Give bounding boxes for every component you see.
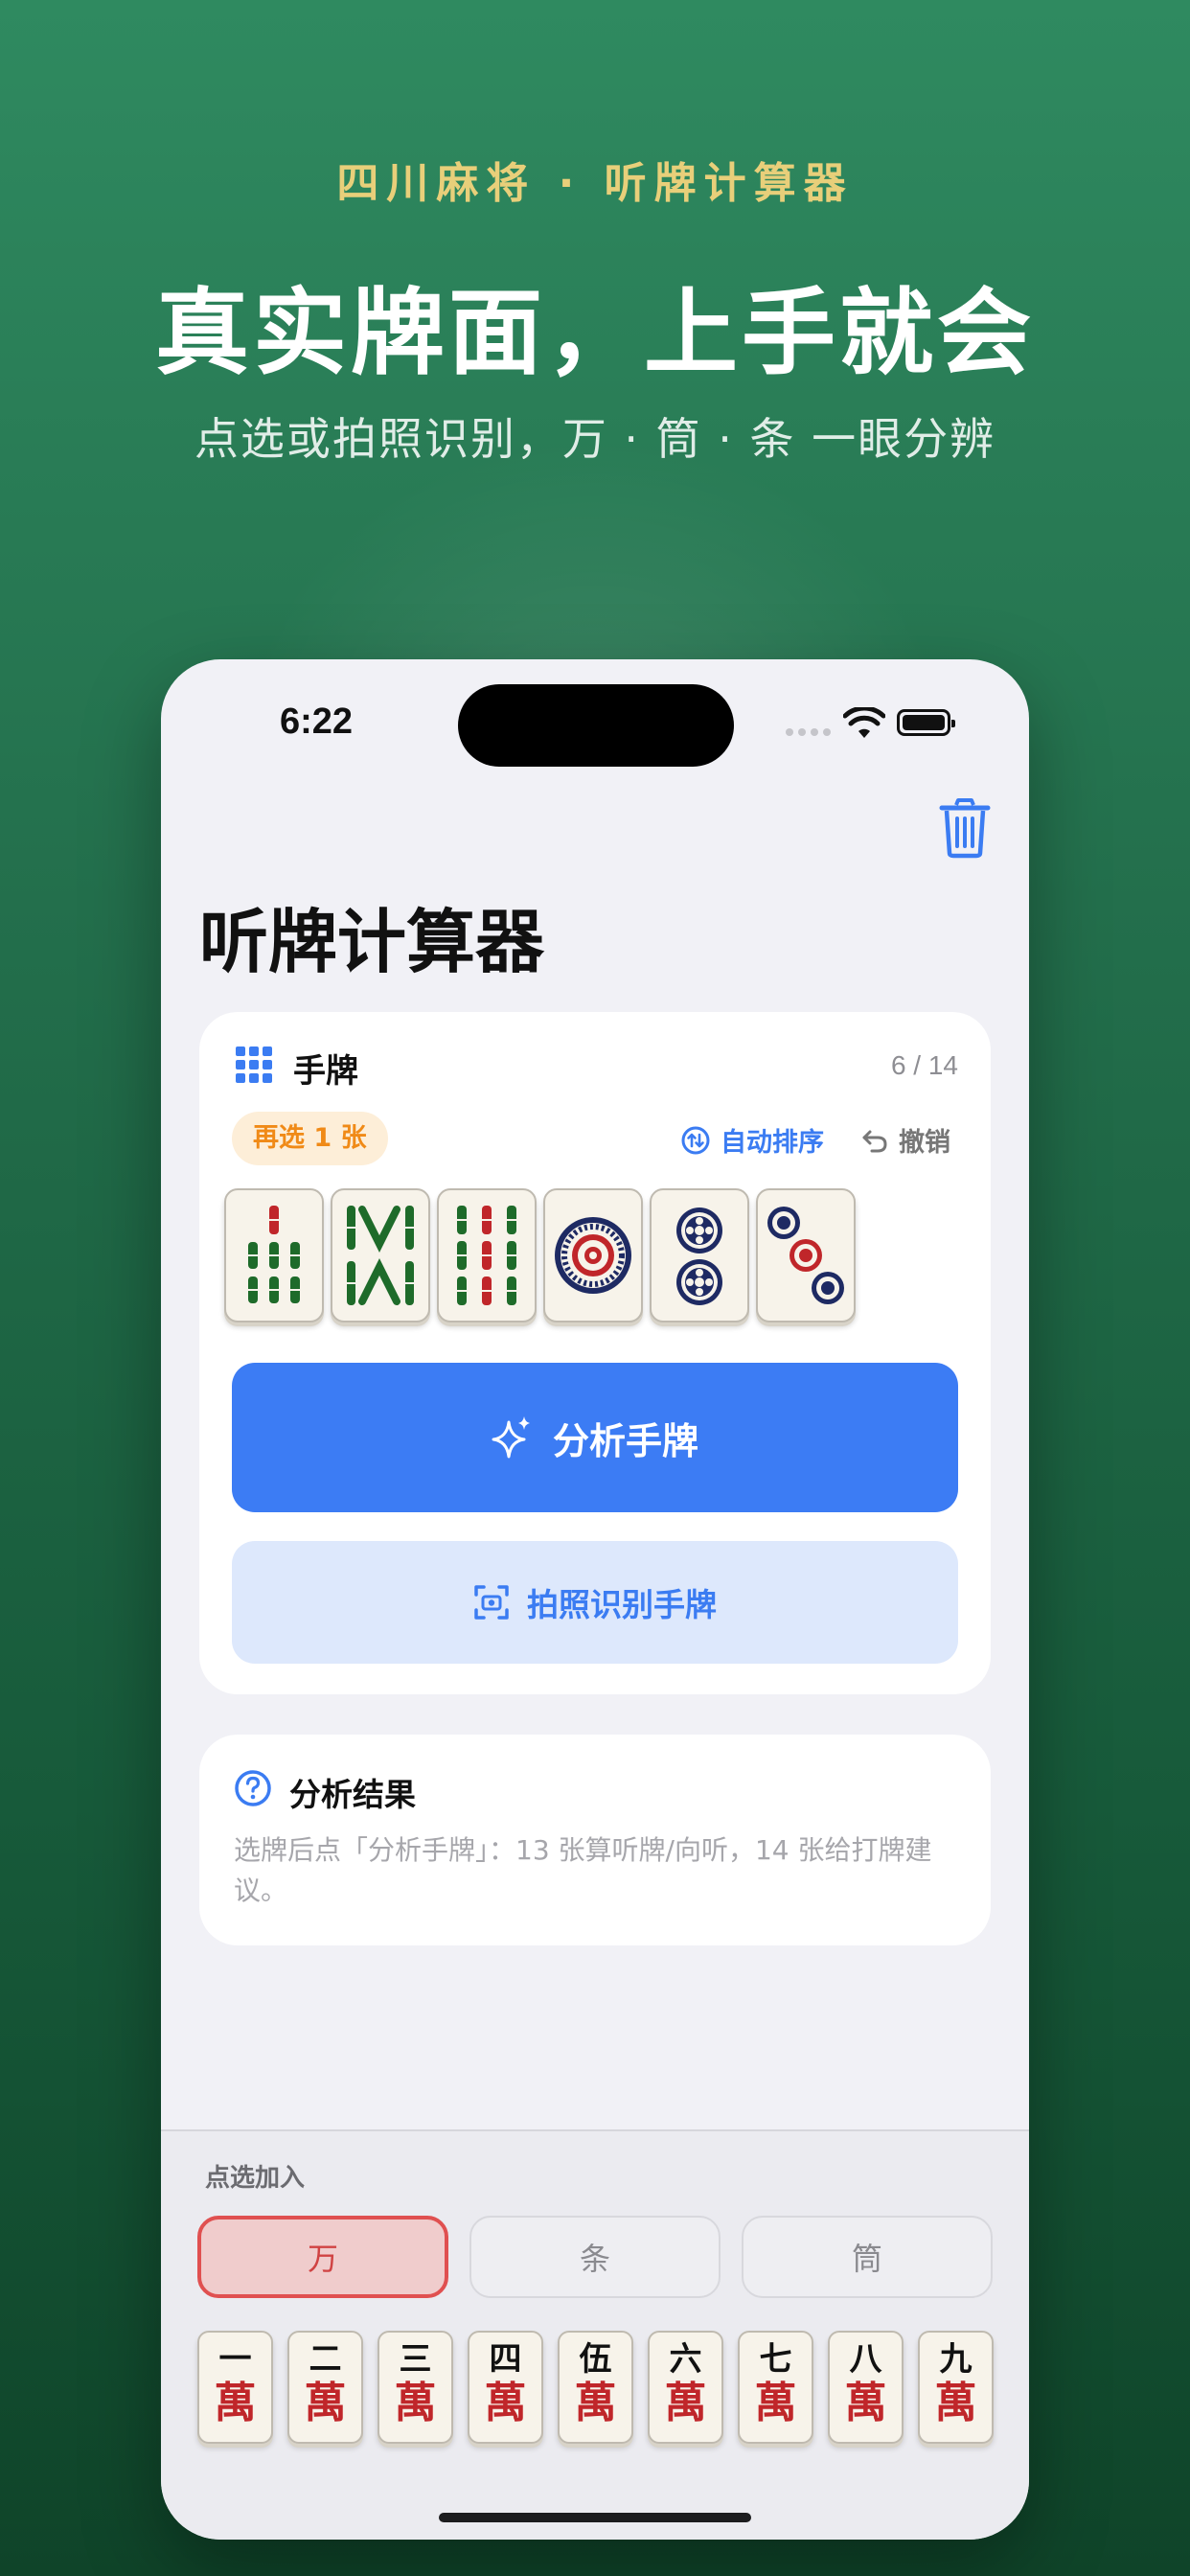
circle-2-face [676, 1208, 722, 1305]
tile-numeral: 六 [669, 2340, 702, 2379]
tile-wan-char: 萬 [304, 2379, 347, 2427]
bamboo-5-face [248, 1206, 300, 1303]
tile-wan-char: 萬 [754, 2379, 797, 2427]
hand-tile-circle-2[interactable] [650, 1188, 749, 1322]
analyze-hand-label: 分析手牌 [552, 1419, 698, 1462]
page-title: 听牌计算器 [199, 902, 545, 982]
trash-icon[interactable] [939, 797, 991, 859]
promo-headline: 真实牌面，上手就会 [154, 279, 1035, 388]
battery-icon [897, 709, 955, 736]
picker-tile-wan-9[interactable]: 九萬 [918, 2331, 994, 2444]
auto-sort-label: 自动排序 [721, 1128, 824, 1158]
hand-tile-circle-3[interactable] [756, 1188, 856, 1322]
hand-label: 手牌 [293, 1052, 358, 1091]
tile-wan-char: 萬 [394, 2379, 437, 2427]
promo-subline: 点选或拍照识别，万 · 筒 · 条 一眼分辨 [194, 413, 996, 465]
picker-tile-wan-1[interactable]: 一萬 [197, 2331, 273, 2444]
hand-card: 手牌 6 / 14 再选 1 张 自动排序 撤销 分析手牌 拍照识别手牌 [199, 1012, 991, 1694]
tile-numeral: 七 [759, 2340, 792, 2379]
tile-numeral: 九 [939, 2340, 973, 2379]
tile-numeral: 伍 [579, 2340, 612, 2379]
tile-numeral: 二 [309, 2340, 342, 2379]
tile-picker-panel: 点选加入 万 条 筒 一萬 二萬 三萬 四萬 伍萬 六萬 七萬 八萬 九萬 [161, 2129, 1029, 2540]
analyze-hand-button[interactable]: 分析手牌 [232, 1363, 958, 1512]
status-time: 6:22 [280, 702, 354, 742]
wifi-icon [843, 707, 885, 738]
hand-tile-circle-1[interactable] [543, 1188, 643, 1322]
photo-recognize-label: 拍照识别手牌 [527, 1586, 717, 1623]
tile-wan-char: 萬 [664, 2379, 707, 2427]
need-more-badge: 再选 1 张 [232, 1112, 388, 1165]
tile-wan-char: 萬 [484, 2379, 527, 2427]
result-description: 选牌后点「分析手牌」：13 张算听牌/向听，14 张给打牌建议。 [234, 1834, 932, 1906]
phone-frame: 6:22 听牌计算器 手牌 6 / 14 再选 1 张 自动排序 撤销 分析手牌… [161, 659, 1029, 2540]
auto-sort-button[interactable]: 自动排序 [680, 1121, 824, 1159]
circle-3-face [767, 1207, 844, 1304]
suit-tab-wan[interactable]: 万 [197, 2216, 448, 2298]
suit-tab-tong[interactable]: 筒 [742, 2216, 993, 2298]
home-indicator [439, 2513, 751, 2522]
picker-tile-wan-4[interactable]: 四萬 [468, 2331, 543, 2444]
undo-icon [862, 1130, 887, 1152]
bamboo-8-face [347, 1206, 414, 1305]
picker-tile-wan-7[interactable]: 七萬 [738, 2331, 813, 2444]
promo-kicker: 四川麻将 · 听牌计算器 [336, 159, 854, 208]
hand-count: 6 / 14 [890, 1050, 958, 1080]
question-icon [235, 1770, 271, 1806]
picker-label: 点选加入 [205, 2164, 306, 2193]
tile-wan-char: 萬 [574, 2379, 617, 2427]
sparkle-icon [492, 1416, 530, 1459]
tile-numeral: 八 [849, 2340, 882, 2379]
picker-tile-wan-8[interactable]: 八萬 [828, 2331, 904, 2444]
tile-numeral: 三 [399, 2340, 432, 2379]
tile-wan-char: 萬 [844, 2379, 887, 2427]
undo-label: 撤销 [899, 1128, 950, 1158]
tile-numeral: 四 [489, 2340, 522, 2379]
suit-tab-tiao[interactable]: 条 [469, 2216, 721, 2298]
photo-recognize-button[interactable]: 拍照识别手牌 [232, 1541, 958, 1664]
hand-tile-bamboo-8[interactable] [331, 1188, 430, 1322]
picker-tile-wan-2[interactable]: 二萬 [287, 2331, 363, 2444]
result-title: 分析结果 [289, 1776, 416, 1813]
signal-icon [786, 728, 831, 736]
bamboo-9-face [457, 1206, 516, 1305]
picker-tile-wan-3[interactable]: 三萬 [378, 2331, 453, 2444]
dynamic-island [458, 684, 734, 767]
picker-tile-row: 一萬 二萬 三萬 四萬 伍萬 六萬 七萬 八萬 九萬 [197, 2331, 994, 2444]
hand-tile-bamboo-9[interactable] [437, 1188, 537, 1322]
grid-icon [236, 1046, 272, 1083]
tile-wan-char: 萬 [934, 2379, 977, 2427]
picker-tile-wan-5[interactable]: 伍萬 [558, 2331, 633, 2444]
tile-numeral: 一 [218, 2340, 252, 2379]
camera-scan-icon [474, 1585, 509, 1620]
hand-tile-bamboo-5[interactable] [224, 1188, 324, 1322]
undo-button[interactable]: 撤销 [860, 1121, 950, 1159]
tile-wan-char: 萬 [214, 2379, 257, 2427]
sort-icon [681, 1126, 710, 1154]
hand-tile-row [224, 1188, 856, 1322]
result-card: 分析结果 选牌后点「分析手牌」：13 张算听牌/向听，14 张给打牌建议。 [199, 1735, 991, 1945]
circle-1-face [555, 1217, 631, 1294]
picker-tile-wan-6[interactable]: 六萬 [648, 2331, 723, 2444]
